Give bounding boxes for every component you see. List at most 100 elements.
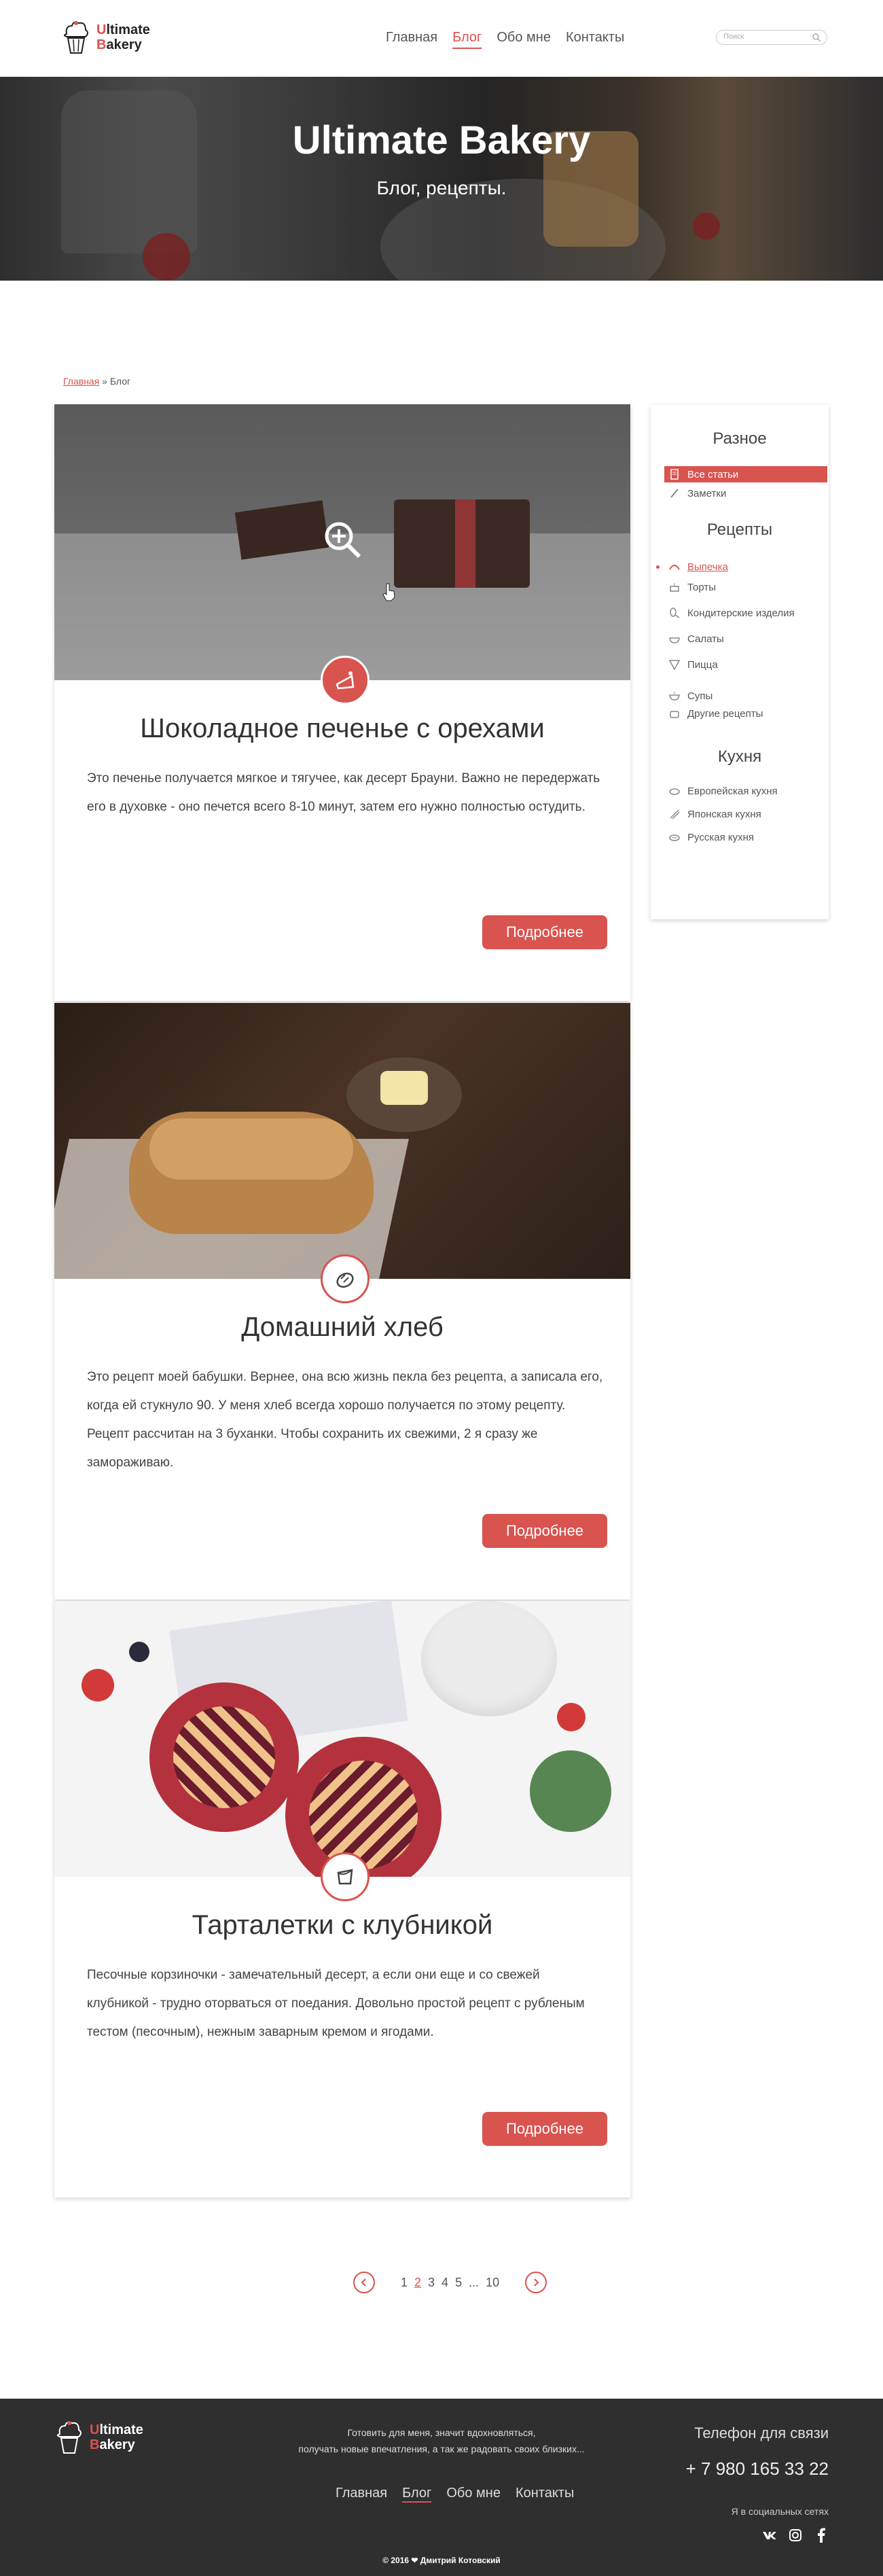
cake-slice-icon	[336, 671, 355, 690]
page-1[interactable]: 1	[401, 2276, 408, 2290]
sidebar-item-cakes[interactable]: Торты	[664, 579, 827, 595]
croissant-icon	[669, 565, 680, 570]
read-more-button[interactable]: Подробнее	[482, 1514, 607, 1548]
zoom-icon[interactable]	[323, 520, 363, 561]
sidebar-item-label: Торты	[687, 581, 716, 593]
search-input[interactable]: Поиск	[716, 30, 827, 45]
post-title[interactable]: Шоколадное печенье с орехами	[54, 713, 630, 744]
post-badge	[321, 1852, 370, 1901]
nav-about[interactable]: Обо мне	[497, 30, 551, 49]
read-more-button[interactable]: Подробнее	[482, 915, 607, 949]
breadcrumb-home-link[interactable]: Главная	[63, 376, 99, 387]
read-more-button[interactable]: Подробнее	[482, 2112, 607, 2146]
page-2[interactable]: 2	[414, 2276, 421, 2290]
post-card: Домашний хлеб Это рецепт моей бабушки. В…	[54, 1003, 630, 1600]
prev-page-button[interactable]	[353, 2272, 375, 2293]
post-image-blackberry	[129, 1642, 149, 1662]
site-footer: Ultimate Bakery Готовить для меня, значи…	[0, 2399, 883, 2576]
sidebar-misc-heading: Разное	[713, 429, 767, 448]
sidebar-item-all-articles[interactable]: Все статьи	[664, 466, 827, 482]
sidebar-item-other-recipes[interactable]: Другие рецепты	[664, 705, 827, 722]
facebook-icon[interactable]	[814, 2528, 829, 2543]
cake-icon	[670, 583, 679, 592]
post-title[interactable]: Домашний хлеб	[54, 1312, 630, 1343]
sidebar-item-baking[interactable]: Выпечка	[664, 559, 827, 575]
sidebar-item-label: Салаты	[687, 633, 724, 645]
footer-phone-label: Телефон для связи	[694, 2424, 829, 2441]
nav-blog[interactable]: Блог	[452, 30, 482, 49]
sidebar-item-notes[interactable]: Заметки	[664, 485, 827, 501]
sidebar-item-label: Выпечка	[687, 561, 728, 573]
footer-nav: Главная Блог Обо мне Контакты	[336, 2486, 574, 2503]
post-image-bread-crust	[149, 1118, 353, 1180]
sidebar-item-russian[interactable]: Русская кухня	[664, 829, 827, 845]
sidebar-item-label: Заметки	[687, 487, 727, 499]
next-page-button[interactable]	[525, 2272, 547, 2293]
sidebar-recipes-heading: Рецепты	[706, 521, 773, 539]
hand-cursor-icon	[382, 583, 395, 601]
page-3[interactable]: 3	[428, 2276, 435, 2290]
soup-icon	[669, 692, 680, 701]
pen-icon	[670, 489, 679, 498]
pot-icon	[670, 711, 679, 718]
post-title[interactable]: Тарталетки с клубникой	[54, 1910, 630, 1941]
sidebar-item-japanese[interactable]: Японская кухня	[664, 806, 827, 822]
sidebar-item-confectionery[interactable]: Кондитерские изделия	[664, 605, 827, 621]
sidebar-item-salads[interactable]: Салаты	[664, 631, 827, 647]
footer-nav-blog[interactable]: Блог	[402, 2486, 432, 2503]
hero-berry	[693, 213, 720, 240]
pie-icon	[669, 834, 680, 841]
sidebar-item-label: Все статьи	[687, 468, 739, 480]
page-5[interactable]: 5	[455, 2276, 462, 2290]
footer-nav-about[interactable]: Обо мне	[446, 2486, 501, 2503]
breadcrumb-separator: »	[102, 376, 107, 387]
whisk-icon	[670, 607, 680, 618]
nav-contacts[interactable]: Контакты	[566, 30, 624, 49]
chevron-left-icon	[361, 2278, 366, 2287]
post-card: Тарталетки с клубникой Песочные корзиноч…	[54, 1601, 630, 2198]
logo[interactable]: Ultimate Bakery	[61, 19, 150, 56]
vk-icon[interactable]	[762, 2528, 777, 2543]
tart-icon	[337, 1869, 353, 1885]
chopsticks-icon	[670, 809, 680, 819]
pagination: 1 2 3 4 5 ... 10	[353, 2272, 547, 2293]
page-10[interactable]: 10	[486, 2276, 499, 2290]
hero-banner: Ultimate Bakery Блог, рецепты.	[0, 77, 883, 281]
footer-nav-contacts[interactable]: Контакты	[516, 2486, 574, 2503]
sidebar-item-label: Другие рецепты	[687, 707, 763, 720]
post-image-strawberry	[82, 1669, 114, 1701]
post-excerpt: Это рецепт моей бабушки. Вернее, она всю…	[87, 1370, 603, 1470]
pizza-icon	[668, 660, 681, 670]
logo-initial-b: B	[96, 37, 107, 52]
nav-home[interactable]: Главная	[386, 30, 437, 49]
footer-phone[interactable]: + 7 980 165 33 22	[686, 2458, 829, 2480]
sidebar-item-label: Кондитерские изделия	[687, 607, 795, 619]
main-nav: Главная Блог Обо мне Контакты	[386, 30, 624, 49]
logo-word-1: ltimate	[106, 22, 150, 37]
post-image[interactable]	[54, 404, 630, 680]
sidebar-item-label: Японская кухня	[687, 808, 761, 820]
sidebar-cuisine-heading: Кухня	[717, 747, 762, 766]
post-image-tart-1-lattice	[173, 1706, 275, 1808]
breadcrumb-current: Блог	[109, 376, 131, 387]
post-image[interactable]	[54, 1601, 630, 1877]
sidebar-item-pizza[interactable]: Пицца	[664, 656, 827, 673]
post-image[interactable]	[54, 1003, 630, 1279]
footer-nav-home[interactable]: Главная	[336, 2486, 387, 2503]
footer-slogan: Готовить для меня, значит вдохновляться,…	[272, 2424, 611, 2457]
search-icon[interactable]	[812, 33, 821, 42]
sidebar-item-soups[interactable]: Супы	[664, 688, 827, 704]
page-ellipsis: ...	[469, 2275, 480, 2289]
chevron-right-icon	[534, 2278, 539, 2287]
instagram-icon[interactable]	[788, 2528, 803, 2543]
page-4[interactable]: 4	[442, 2276, 448, 2290]
post-image-teapot	[421, 1601, 557, 1716]
cupcake-logo-icon	[64, 21, 88, 54]
bread-icon	[336, 1272, 354, 1288]
active-dot	[656, 565, 660, 569]
sidebar-item-european[interactable]: Европейская кухня	[664, 783, 827, 799]
post-image-leaves	[530, 1750, 611, 1832]
footer-copyright: © 2016 ❤ Дмитрий Котовский	[382, 2556, 501, 2565]
footer-social	[762, 2528, 829, 2543]
footer-logo[interactable]: Ultimate Bakery	[54, 2419, 143, 2456]
